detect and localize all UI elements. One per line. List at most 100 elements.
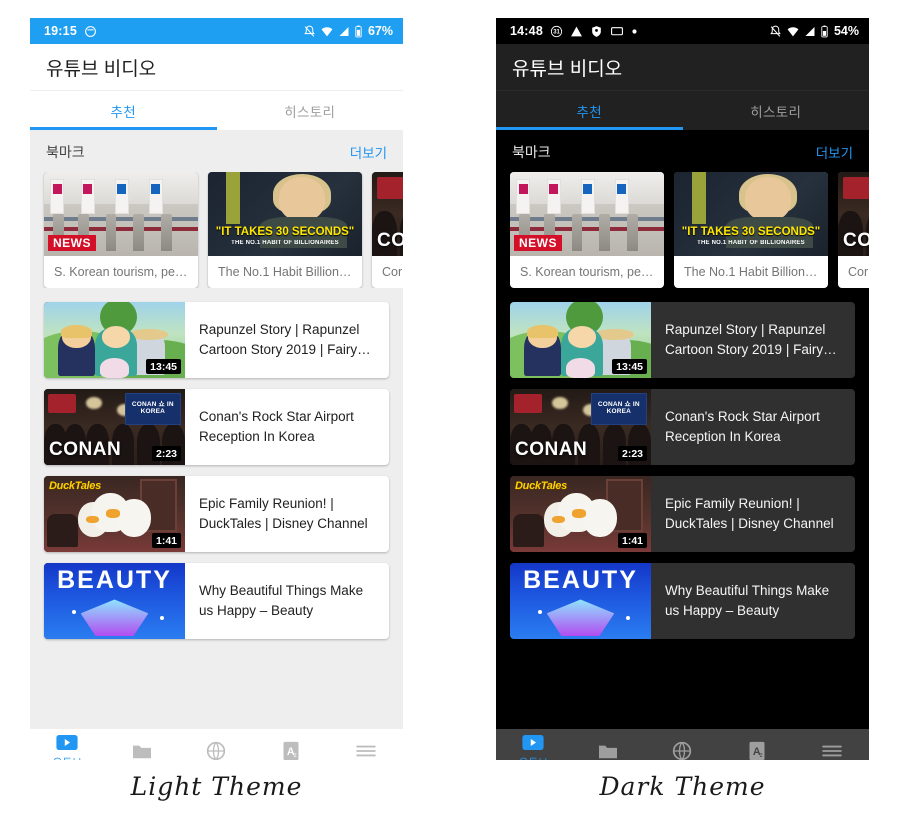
tab-recommended[interactable]: 추천 [496, 91, 683, 130]
youtube-play-icon [56, 733, 78, 753]
video-title: Epic Family Reunion! | DuckTales | Disne… [665, 496, 834, 531]
dark-theme-caption: Dark Theme [599, 772, 766, 801]
bookmark-title: S. Korean tourism, pet… [520, 265, 657, 279]
video-duration: 13:45 [146, 359, 181, 374]
video-list-item[interactable]: 13:45 Rapunzel Story | Rapunzel Cartoon … [44, 302, 389, 378]
signal-icon [338, 25, 350, 38]
content-scroll-area[interactable]: 북마크 더보기 NEWS S. Korean tourism, pet… "IT… [30, 130, 403, 729]
status-time: 14:48 [510, 24, 543, 38]
thumb-overlay-text: CONAN [49, 439, 122, 460]
battery-icon [354, 25, 363, 38]
bookmark-title: Cor [848, 265, 869, 279]
see-more-link[interactable]: 더보기 [816, 142, 853, 162]
youtube-play-icon [522, 733, 544, 753]
globe-icon [672, 741, 692, 760]
video-list-item[interactable]: CONAN 쇼 IN KOREA CONAN 2:23 Conan's Rock… [510, 389, 855, 465]
section-title: 북마크 [512, 144, 551, 160]
ducktales-thumb: DuckTales 1:41 [44, 476, 185, 552]
nav-item-browser[interactable] [179, 741, 254, 760]
video-title: Rapunzel Story | Rapunzel Cartoon Story … [199, 322, 371, 357]
bookmark-card[interactable]: CO Cor [372, 172, 403, 288]
bookmark-carousel[interactable]: NEWS S. Korean tourism, pet… "IT TAKES 3… [30, 172, 403, 288]
warning-icon [570, 25, 583, 38]
cast-icon [610, 25, 624, 38]
content-scroll-area[interactable]: 북마크 더보기 NEWS S. Korean tourism, pet… "IT… [496, 130, 869, 729]
nav-item-browser[interactable] [645, 741, 720, 760]
news-badge: NEWS [514, 235, 562, 251]
battery-icon [820, 25, 829, 38]
bookmark-card[interactable]: "IT TAKES 30 SECONDS" THE NO.1 HABIT OF … [674, 172, 828, 288]
video-title: Rapunzel Story | Rapunzel Cartoon Story … [665, 322, 837, 357]
nav-item-menu[interactable] [328, 741, 403, 760]
video-duration: 2:23 [151, 446, 181, 461]
video-duration: 1:41 [151, 533, 181, 548]
see-more-link[interactable]: 더보기 [350, 142, 387, 162]
nav-item-folder[interactable] [571, 741, 646, 760]
nav-item-youtube[interactable]: 유튜브 [496, 733, 571, 760]
page-title: 유튜브 비디오 [46, 58, 157, 80]
bottom-navigation: 유튜브 Az [496, 729, 869, 760]
status-bar-right: 54% [769, 24, 859, 38]
nav-item-folder[interactable] [105, 741, 180, 760]
bookmark-card[interactable]: CO Cor [838, 172, 869, 288]
video-title: Conan's Rock Star Airport Reception In K… [665, 409, 820, 444]
tab-recommended[interactable]: 추천 [30, 91, 217, 130]
nav-item-youtube[interactable]: 유튜브 [30, 733, 105, 761]
battery-percent: 54% [833, 24, 859, 38]
video-list-item[interactable]: 13:45 Rapunzel Story | Rapunzel Cartoon … [510, 302, 855, 378]
status-bar: 14:48 31 54% [496, 18, 869, 44]
notifications-off-icon [303, 25, 316, 38]
thumb-overlay-text: CO [377, 230, 403, 251]
conan-thumb: CO [372, 172, 403, 256]
thumb-overlay-text: BEAUTY [523, 566, 638, 595]
habit-speaker-thumb: "IT TAKES 30 SECONDS" THE NO.1 HABIT OF … [208, 172, 362, 256]
conan-korea-logo: CONAN 쇼 IN KOREA [124, 393, 181, 425]
bookmark-carousel[interactable]: NEWS S. Korean tourism, pet… "IT TAKES 3… [496, 172, 869, 288]
video-title: Conan's Rock Star Airport Reception In K… [199, 409, 354, 444]
bookmark-title: The No.1 Habit Billion… [684, 265, 818, 279]
conan-thumb: CO [838, 172, 869, 256]
page-title: 유튜브 비디오 [512, 58, 623, 80]
tab-history[interactable]: 히스토리 [217, 91, 404, 130]
status-bar-right: 67% [303, 24, 393, 38]
svg-text:z: z [294, 752, 297, 759]
ducktales-logo: DuckTales [515, 480, 567, 492]
bookmark-title: Cor [382, 265, 403, 279]
video-list-item[interactable]: DuckTales 1:41 Epic Family Reunion! | Du… [510, 476, 855, 552]
video-title: Why Beautiful Things Make us Happy – Bea… [199, 583, 364, 618]
bookmark-card[interactable]: NEWS S. Korean tourism, pet… [44, 172, 198, 288]
video-list: 13:45 Rapunzel Story | Rapunzel Cartoon … [496, 288, 869, 639]
light-theme-caption: Light Theme [130, 772, 303, 801]
video-list-item[interactable]: BEAUTY Why Beautiful Things Make us Happ… [44, 563, 389, 639]
video-list-item[interactable]: DuckTales 1:41 Epic Family Reunion! | Du… [44, 476, 389, 552]
nav-item-translate[interactable]: Az [254, 741, 329, 760]
light-theme-phone: 19:15 67% 유튜브 비디오 추천 히스토리 북마크 더보기 NEWS S… [30, 18, 403, 760]
do-not-disturb-icon [84, 25, 97, 38]
nav-item-translate[interactable]: Az [720, 741, 795, 760]
nav-label-youtube: 유튜브 [53, 755, 82, 761]
tab-history[interactable]: 히스토리 [683, 91, 870, 130]
thumb-overlay-line2: THE NO.1 HABIT OF BILLIONAIRES [697, 239, 805, 246]
thumb-overlay-text: BEAUTY [57, 566, 172, 595]
globe-icon [206, 741, 226, 760]
svg-text:z: z [760, 752, 763, 759]
shield-icon [590, 25, 603, 38]
nav-item-menu[interactable] [794, 741, 869, 760]
status-bar-left: 19:15 [44, 24, 97, 38]
status-bar-left: 14:48 31 [510, 24, 638, 38]
video-title: Why Beautiful Things Make us Happy – Bea… [665, 583, 830, 618]
wifi-icon [320, 25, 334, 38]
app-bar: 유튜브 비디오 [496, 44, 869, 90]
video-list-item[interactable]: CONAN 쇼 IN KOREA CONAN 2:23 Conan's Rock… [44, 389, 389, 465]
beauty-thumb: BEAUTY [44, 563, 185, 639]
tab-bar: 추천 히스토리 [30, 90, 403, 130]
ducktales-thumb: DuckTales 1:41 [510, 476, 651, 552]
rapunzel-thumb: 13:45 [44, 302, 185, 378]
notifications-off-icon [769, 25, 782, 38]
video-list-item[interactable]: BEAUTY Why Beautiful Things Make us Happ… [510, 563, 855, 639]
bookmark-card[interactable]: "IT TAKES 30 SECONDS" THE NO.1 HABIT OF … [208, 172, 362, 288]
bookmark-card[interactable]: NEWS S. Korean tourism, pet… [510, 172, 664, 288]
bookmark-title: The No.1 Habit Billion… [218, 265, 352, 279]
conan-thumb: CONAN 쇼 IN KOREA CONAN 2:23 [44, 389, 185, 465]
bookmark-section-header: 북마크 더보기 [30, 130, 403, 172]
